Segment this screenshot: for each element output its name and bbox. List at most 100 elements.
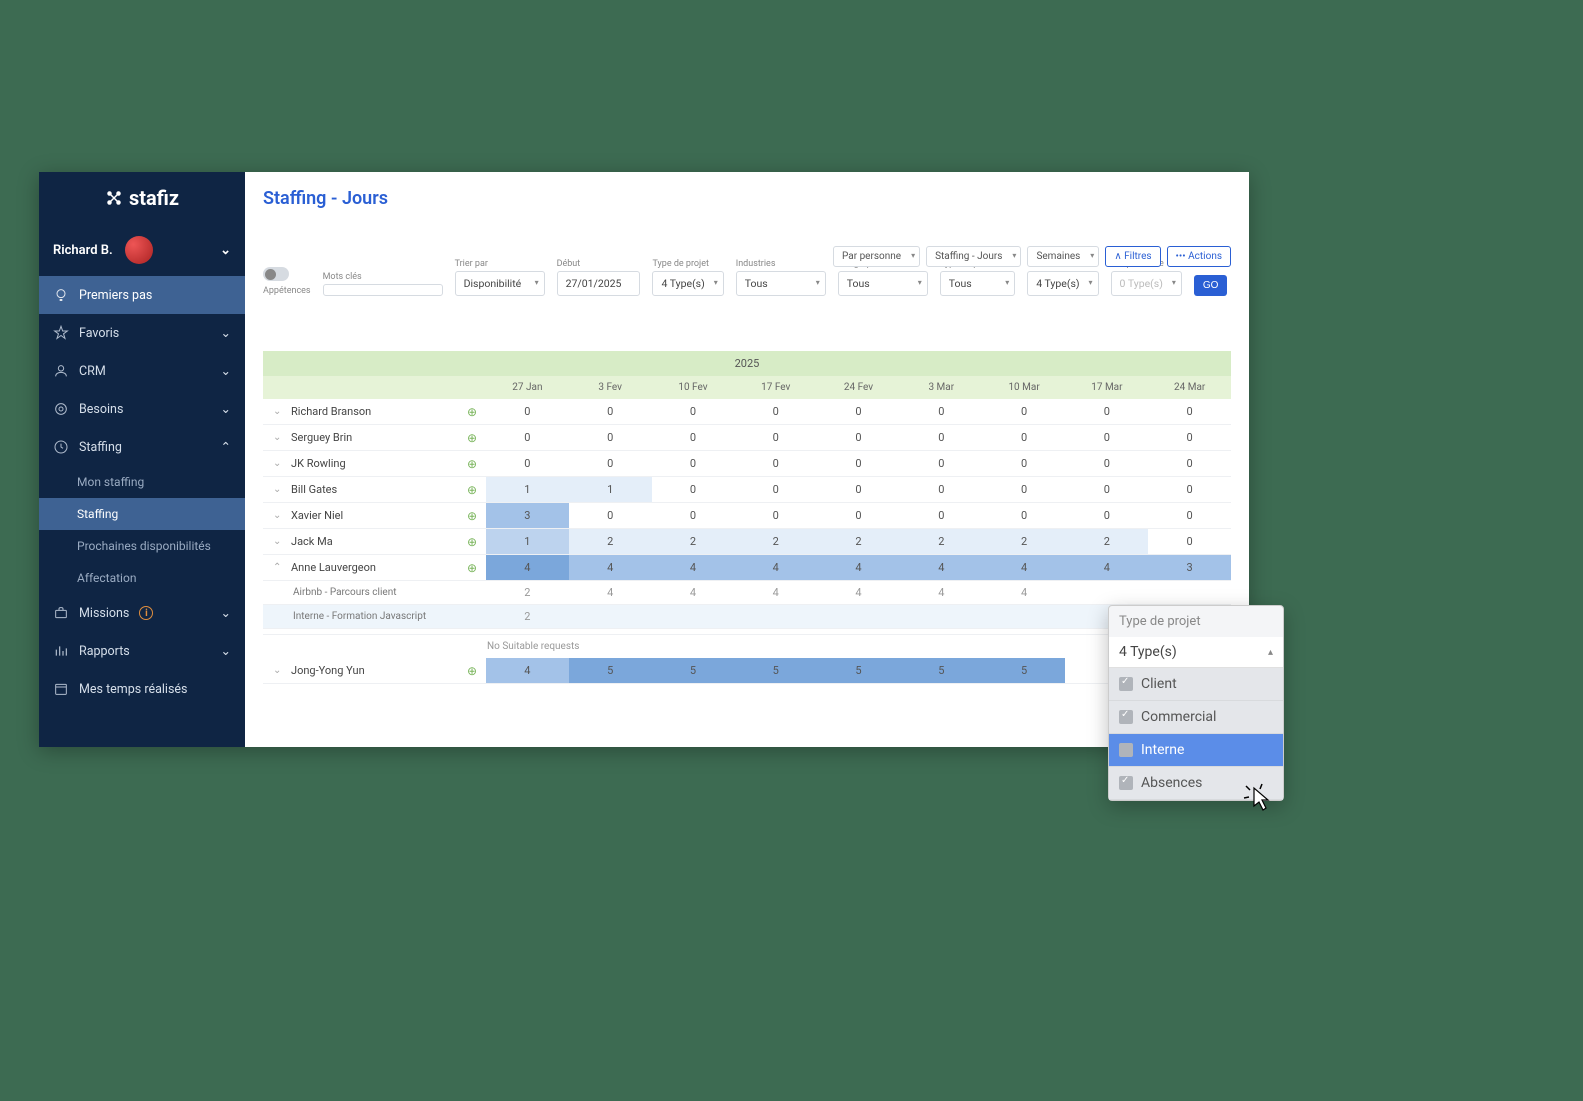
data-cell[interactable]: 0 bbox=[1065, 425, 1148, 450]
chevron-up-icon[interactable]: ⌃ bbox=[273, 562, 285, 573]
data-cell[interactable]: 0 bbox=[1065, 477, 1148, 502]
popup-option-client[interactable]: Client bbox=[1109, 668, 1283, 701]
data-cell[interactable]: 1 bbox=[486, 477, 569, 502]
data-cell[interactable]: 0 bbox=[569, 399, 652, 424]
data-cell[interactable]: 5 bbox=[652, 658, 735, 683]
data-cell[interactable]: 0 bbox=[734, 451, 817, 476]
plus-icon[interactable]: ⊕ bbox=[467, 405, 477, 419]
data-cell[interactable]: 0 bbox=[900, 399, 983, 424]
data-cell[interactable]: 2 bbox=[1065, 529, 1148, 554]
data-cell[interactable]: 0 bbox=[652, 399, 735, 424]
sidebar-sub-mon-staffing[interactable]: Mon staffing bbox=[39, 466, 245, 498]
table-row[interactable]: ⌄JK Rowling⊕000000000 bbox=[263, 451, 1231, 477]
data-cell[interactable]: 0 bbox=[569, 451, 652, 476]
data-cell[interactable]: 4 bbox=[817, 555, 900, 580]
table-sub-row[interactable]: Interne - Formation Javascript2 bbox=[263, 605, 1231, 629]
data-cell[interactable]: 2 bbox=[900, 529, 983, 554]
data-cell[interactable]: 4 bbox=[486, 658, 569, 683]
plus-icon[interactable]: ⊕ bbox=[467, 561, 477, 575]
plus-icon[interactable]: ⊕ bbox=[467, 535, 477, 549]
data-cell[interactable]: 0 bbox=[817, 399, 900, 424]
data-cell[interactable]: 0 bbox=[1148, 529, 1231, 554]
data-cell[interactable]: 0 bbox=[486, 451, 569, 476]
checkbox-icon[interactable] bbox=[1119, 710, 1133, 724]
table-row[interactable]: ⌄Xavier Niel⊕300000000 bbox=[263, 503, 1231, 529]
data-cell[interactable]: 0 bbox=[1148, 399, 1231, 424]
chevron-down-icon[interactable]: ⌄ bbox=[273, 510, 285, 521]
sidebar-sub-affectation[interactable]: Affectation bbox=[39, 562, 245, 594]
mots-cles-input[interactable] bbox=[323, 284, 443, 296]
data-cell[interactable]: 4 bbox=[652, 555, 735, 580]
sidebar-item-favoris[interactable]: Favoris ⌄ bbox=[39, 314, 245, 352]
chevron-down-icon[interactable]: ⌄ bbox=[273, 484, 285, 495]
data-cell[interactable]: 0 bbox=[900, 451, 983, 476]
data-cell[interactable]: 2 bbox=[983, 529, 1066, 554]
data-cell[interactable]: 0 bbox=[900, 425, 983, 450]
data-cell[interactable]: 4 bbox=[569, 555, 652, 580]
table-row[interactable]: ⌃Anne Lauvergeon⊕444444443 bbox=[263, 555, 1231, 581]
sidebar-item-premiers-pas[interactable]: Premiers pas bbox=[39, 276, 245, 314]
data-cell[interactable]: 5 bbox=[817, 658, 900, 683]
select-staffing-jours[interactable]: Staffing - Jours bbox=[926, 246, 1021, 267]
sidebar-item-missions[interactable]: Missions i ⌄ bbox=[39, 594, 245, 632]
data-cell[interactable]: 0 bbox=[817, 503, 900, 528]
popup-option-interne[interactable]: Interne bbox=[1109, 734, 1283, 767]
grade-select[interactable]: 4 Type(s) bbox=[1027, 271, 1098, 296]
industries-select[interactable]: Tous bbox=[736, 271, 826, 296]
data-cell[interactable]: 0 bbox=[1148, 477, 1231, 502]
data-cell[interactable]: 2 bbox=[569, 529, 652, 554]
data-cell[interactable]: 0 bbox=[734, 425, 817, 450]
data-cell[interactable]: 5 bbox=[569, 658, 652, 683]
data-cell[interactable]: 0 bbox=[983, 503, 1066, 528]
popup-option-commercial[interactable]: Commercial bbox=[1109, 701, 1283, 734]
data-cell[interactable]: 0 bbox=[817, 425, 900, 450]
data-cell[interactable]: 0 bbox=[983, 425, 1066, 450]
data-cell[interactable]: 0 bbox=[983, 399, 1066, 424]
data-cell[interactable]: 0 bbox=[817, 477, 900, 502]
data-cell[interactable]: 0 bbox=[1148, 425, 1231, 450]
geographie-select[interactable]: Tous bbox=[838, 271, 928, 296]
chevron-down-icon[interactable]: ⌄ bbox=[273, 432, 285, 443]
chevron-down-icon[interactable]: ⌄ bbox=[273, 406, 285, 417]
data-cell[interactable]: 0 bbox=[983, 451, 1066, 476]
sidebar-item-rapports[interactable]: Rapports ⌄ bbox=[39, 632, 245, 670]
table-row[interactable]: ⌄Serguey Brin⊕000000000 bbox=[263, 425, 1231, 451]
data-cell[interactable]: 5 bbox=[900, 658, 983, 683]
data-cell[interactable]: 0 bbox=[1065, 399, 1148, 424]
data-cell[interactable]: 0 bbox=[569, 425, 652, 450]
data-cell[interactable]: 4 bbox=[900, 555, 983, 580]
data-cell[interactable]: 0 bbox=[983, 477, 1066, 502]
table-row[interactable]: ⌄Jack Ma⊕122222220 bbox=[263, 529, 1231, 555]
plus-icon[interactable]: ⊕ bbox=[467, 664, 477, 678]
data-cell[interactable]: 0 bbox=[734, 399, 817, 424]
plus-icon[interactable]: ⊕ bbox=[467, 431, 477, 445]
data-cell[interactable]: 1 bbox=[486, 529, 569, 554]
select-semaines[interactable]: Semaines bbox=[1027, 246, 1099, 267]
data-cell[interactable]: 0 bbox=[1065, 503, 1148, 528]
checkbox-icon[interactable] bbox=[1119, 743, 1133, 757]
appetences-toggle[interactable] bbox=[263, 267, 289, 281]
plus-icon[interactable]: ⊕ bbox=[467, 457, 477, 471]
data-cell[interactable]: 0 bbox=[1148, 451, 1231, 476]
data-cell[interactable]: 0 bbox=[569, 503, 652, 528]
sidebar-item-besoins[interactable]: Besoins ⌄ bbox=[39, 390, 245, 428]
data-cell[interactable]: 0 bbox=[652, 451, 735, 476]
type-projet-select[interactable]: 4 Type(s) bbox=[652, 271, 723, 296]
data-cell[interactable]: 3 bbox=[1148, 555, 1231, 580]
user-row[interactable]: Richard B. ⌄ bbox=[39, 224, 245, 276]
data-cell[interactable]: 0 bbox=[486, 399, 569, 424]
data-cell[interactable]: 0 bbox=[734, 477, 817, 502]
popup-selected-row[interactable]: 4 Type(s) ▴ bbox=[1109, 637, 1283, 668]
debut-input[interactable]: 27/01/2025 bbox=[557, 271, 641, 296]
sidebar-sub-staffing[interactable]: Staffing bbox=[39, 498, 245, 530]
sidebar-item-mes-temps[interactable]: Mes temps réalisés bbox=[39, 670, 245, 708]
data-cell[interactable]: 0 bbox=[817, 451, 900, 476]
chevron-down-icon[interactable]: ⌄ bbox=[273, 458, 285, 469]
data-cell[interactable]: 5 bbox=[734, 658, 817, 683]
data-cell[interactable]: 0 bbox=[900, 503, 983, 528]
data-cell[interactable]: 4 bbox=[734, 555, 817, 580]
data-cell[interactable]: 5 bbox=[983, 658, 1066, 683]
go-button[interactable]: GO bbox=[1194, 275, 1228, 296]
filters-button[interactable]: ∧ Filtres bbox=[1105, 246, 1160, 267]
trier-par-select[interactable]: Disponibilité bbox=[455, 271, 545, 296]
